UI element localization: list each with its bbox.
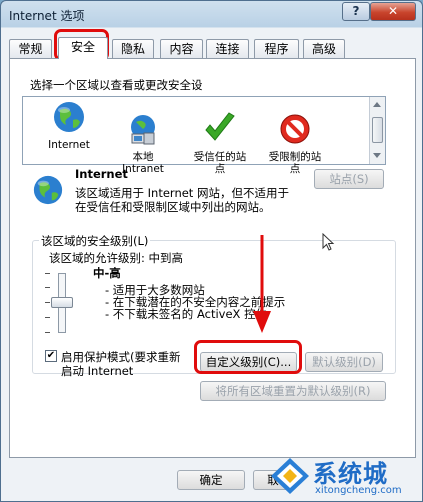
tab-privacy[interactable]: 隐私 bbox=[112, 39, 154, 58]
level-name: 中-高 bbox=[93, 266, 121, 280]
scroll-up-icon[interactable] bbox=[373, 101, 381, 107]
title-bar[interactable]: Internet 选项 ? ✕ bbox=[1, 1, 422, 28]
red-arrow-annotation bbox=[253, 235, 271, 333]
zone-description-line2: 在受信任和受限制区域中列出的网站。 bbox=[75, 200, 271, 214]
globe-icon bbox=[33, 175, 63, 205]
tab-connections[interactable]: 连接 bbox=[206, 39, 249, 58]
scroll-thumb[interactable] bbox=[372, 117, 383, 143]
mouse-cursor-icon bbox=[322, 233, 335, 251]
zone-label: 受信任的站 点 bbox=[193, 151, 247, 175]
default-level-button[interactable]: 默认级别(D) bbox=[305, 352, 383, 372]
zone-name: Internet bbox=[75, 167, 128, 181]
tab-security[interactable]: 安全 bbox=[58, 37, 108, 59]
zone-internet[interactable]: Internet bbox=[29, 100, 109, 151]
tab-advanced[interactable]: 高级 bbox=[303, 39, 345, 58]
level-bullet: - 不下载未签名的 ActiveX 控件 bbox=[105, 307, 268, 321]
reset-all-zones-button[interactable]: 将所有区域重置为默认级别(R) bbox=[200, 381, 386, 401]
close-button[interactable]: ✕ bbox=[370, 2, 416, 21]
zone-trusted-sites[interactable]: 受信任的站 点 bbox=[180, 100, 260, 187]
help-button[interactable]: ? bbox=[342, 2, 370, 21]
watermark: 系统城 xitongcheng.com bbox=[269, 454, 419, 500]
zone-label: Internet bbox=[48, 139, 90, 151]
watermark-brand: 系统城 bbox=[313, 460, 388, 488]
zone-list-scrollbar[interactable] bbox=[369, 97, 385, 164]
slider-tick bbox=[45, 317, 50, 318]
tab-general[interactable]: 常规 bbox=[9, 39, 52, 58]
sites-button[interactable]: 站点(S) bbox=[314, 169, 384, 189]
tab-strip: 常规 安全 隐私 内容 连接 程序 高级 bbox=[9, 37, 419, 59]
internet-options-window: Internet 选项 ? ✕ 常规 安全 隐私 内容 连接 程序 高级 选择一… bbox=[0, 0, 423, 502]
slider-tick bbox=[45, 332, 50, 333]
slider-tick bbox=[45, 273, 50, 274]
tab-programs[interactable]: 程序 bbox=[254, 39, 299, 58]
highlight-custom-level bbox=[194, 340, 302, 374]
globe-icon bbox=[54, 102, 84, 132]
ok-button[interactable]: 确定 bbox=[177, 470, 245, 490]
allowed-level-label: 该区域的允许级别: 中到高 bbox=[49, 251, 184, 265]
protected-mode-checkbox[interactable]: ✔ bbox=[45, 350, 57, 362]
checkmark-icon bbox=[205, 112, 235, 141]
security-slider-thumb[interactable] bbox=[51, 297, 73, 308]
protected-mode-label-line2: 启动 Internet bbox=[61, 364, 134, 378]
security-level-label: 该区域的安全级别(L) bbox=[39, 233, 151, 249]
zone-list[interactable]: Internet 本地 Intranet 受信任的站 点 受限制的站 点 bbox=[22, 96, 386, 175]
intranet-icon bbox=[131, 115, 155, 145]
window-title: Internet 选项 bbox=[9, 9, 85, 23]
slider-tick bbox=[45, 302, 50, 303]
zones-prompt: 选择一个区域以查看或更改安全设 bbox=[30, 78, 203, 92]
slider-tick bbox=[45, 287, 50, 288]
no-entry-icon bbox=[280, 114, 310, 144]
watermark-url: xitongcheng.com bbox=[315, 485, 402, 496]
scroll-down-icon[interactable] bbox=[373, 153, 381, 159]
tab-content[interactable]: 内容 bbox=[160, 39, 203, 58]
brand-logo-icon bbox=[271, 458, 309, 494]
